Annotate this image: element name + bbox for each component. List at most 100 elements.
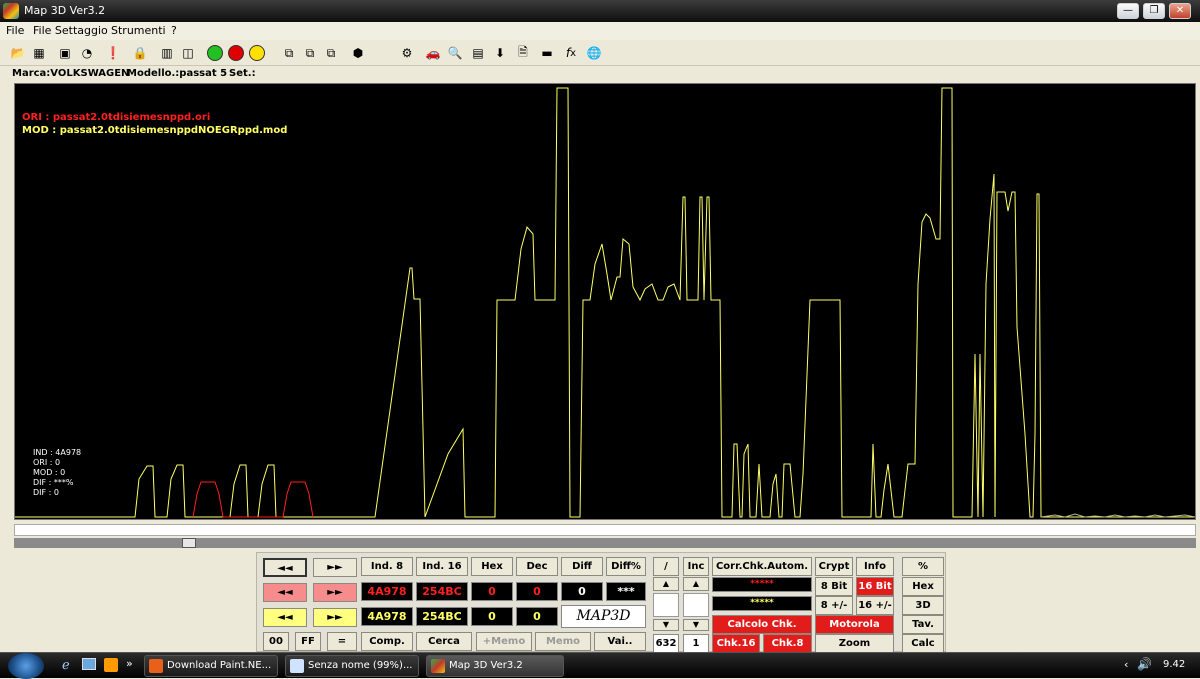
yellow-light-icon[interactable] <box>247 43 267 63</box>
copy-green-icon[interactable]: ⧉ <box>279 43 299 63</box>
calc-button[interactable]: Calc <box>902 634 944 653</box>
search-icon[interactable]: 🔍 <box>445 43 465 63</box>
inc-down-arrow-icon[interactable]: ▼ <box>683 619 709 631</box>
tav-button[interactable]: Tav. <box>902 615 944 634</box>
globe-icon[interactable]: 🌐 <box>584 43 604 63</box>
open-file-icon[interactable]: 📂 <box>8 43 28 63</box>
16bit-button[interactable]: 16 Bit <box>856 577 894 596</box>
equal-button[interactable]: = <box>327 632 357 651</box>
header-diff[interactable]: Diff <box>561 557 603 576</box>
vai-button[interactable]: Vai.. <box>594 632 646 651</box>
map-plot[interactable]: ORI : passat2.0tdisiemesnppd.ori MOD : p… <box>14 83 1196 520</box>
chip-icon[interactable]: ▦ <box>29 43 49 63</box>
calcolo-chk-button[interactable]: Calcolo Chk. <box>712 615 812 634</box>
stat-ind: IND : 4A978 <box>33 448 82 457</box>
divide-button[interactable]: / <box>653 557 679 576</box>
warning-icon[interactable]: ❗ <box>103 43 123 63</box>
tray-chevron-icon[interactable]: ‹ <box>1124 658 1128 671</box>
inc-field[interactable] <box>683 593 709 617</box>
8-plus-minus-button[interactable]: 8 +/- <box>815 596 853 615</box>
task-label: Map 3D Ver3.2 <box>449 660 523 671</box>
value-spinner-field[interactable] <box>653 593 679 617</box>
menu-file[interactable]: File <box>6 24 24 37</box>
mod-next-button[interactable]: ►► <box>313 608 357 627</box>
function-icon[interactable]: fx <box>561 43 581 63</box>
chk8-button[interactable]: Chk.8 <box>763 634 812 653</box>
horizontal-scrollbar[interactable] <box>14 538 1196 548</box>
battery-icon[interactable]: ▬ <box>537 43 557 63</box>
header-diff-percent[interactable]: Diff% <box>606 557 646 576</box>
paint-icon <box>290 659 304 673</box>
memory-icon[interactable]: ⬢ <box>348 43 368 63</box>
corr-chk-autom-button[interactable]: Corr.Chk.Autom. <box>712 557 812 576</box>
download-icon[interactable]: ⬇ <box>490 43 510 63</box>
green-light-icon[interactable] <box>205 43 225 63</box>
info-button[interactable]: Info <box>856 557 894 576</box>
menu-strumenti[interactable]: Strumenti <box>111 24 166 37</box>
set-00-button[interactable]: 00 <box>263 632 289 651</box>
crypt-button[interactable]: Crypt <box>815 557 853 576</box>
maximize-button[interactable]: ❐ <box>1143 3 1165 19</box>
gauge-icon[interactable]: ◔ <box>77 43 97 63</box>
ori-hex-value: 0 <box>471 582 513 601</box>
lock-icon[interactable]: 🔒 <box>130 43 150 63</box>
settings-icon[interactable]: ⚙ <box>397 43 417 63</box>
stat-mod: MOD : 0 <box>33 468 66 477</box>
book-icon[interactable]: ▤ <box>468 43 488 63</box>
comp-button[interactable]: Comp. <box>361 632 413 651</box>
ie-icon[interactable]: ℯ <box>62 658 70 673</box>
menu-file-settaggio[interactable]: File Settaggio <box>33 24 108 37</box>
header-ind16[interactable]: Ind. 16 <box>416 557 468 576</box>
copy-yellow-icon[interactable]: ⧉ <box>321 43 341 63</box>
nav-next-button[interactable]: ►► <box>313 558 357 577</box>
ori-dec-value: 0 <box>516 582 558 601</box>
scrollbar-thumb[interactable] <box>182 538 196 548</box>
close-button[interactable]: ✕ <box>1169 3 1191 19</box>
nav-prev-button[interactable]: ◄◄ <box>263 558 307 577</box>
task-download-paint[interactable]: Download Paint.NE... <box>144 655 278 677</box>
header-dec[interactable]: Dec <box>516 557 558 576</box>
set-ff-button[interactable]: FF <box>295 632 321 651</box>
volume-icon[interactable]: 🔊 <box>1137 657 1152 671</box>
add-memo-button[interactable]: +Memo <box>476 632 532 651</box>
minimize-button[interactable]: — <box>1117 3 1139 19</box>
clock[interactable]: 9.42 <box>1163 659 1185 670</box>
8bit-button[interactable]: 8 Bit <box>815 577 853 596</box>
chk16-button[interactable]: Chk.16 <box>712 634 760 653</box>
media-player-icon[interactable] <box>104 658 118 672</box>
task-map3d[interactable]: Map 3D Ver3.2 <box>426 655 564 677</box>
car-icon[interactable]: 🚗 <box>423 43 443 63</box>
ori-prev-button[interactable]: ◄◄ <box>263 583 307 602</box>
inc-up-arrow-icon[interactable]: ▲ <box>683 577 709 591</box>
motorola-button[interactable]: Motorola <box>815 615 894 634</box>
hex-button[interactable]: Hex <box>902 577 944 596</box>
ori-next-button[interactable]: ►► <box>313 583 357 602</box>
memo-button[interactable]: Memo <box>535 632 591 651</box>
header-hex[interactable]: Hex <box>471 557 513 576</box>
16-plus-minus-button[interactable]: 16 +/- <box>856 596 894 615</box>
start-button[interactable] <box>8 653 44 679</box>
chart-icon[interactable]: ◫ <box>178 43 198 63</box>
cerca-button[interactable]: Cerca <box>416 632 472 651</box>
menu-bar: File File Settaggio Strumenti ? <box>0 22 1200 40</box>
3d-button[interactable]: 3D <box>902 596 944 615</box>
zoom-control[interactable]: Zoom <box>815 634 894 653</box>
copy-red-icon[interactable]: ⧉ <box>300 43 320 63</box>
header-ind8[interactable]: Ind. 8 <box>361 557 413 576</box>
table-icon[interactable]: ▥ <box>157 43 177 63</box>
inc-button[interactable]: Inc <box>683 557 709 576</box>
show-desktop-icon[interactable] <box>82 658 96 670</box>
down-arrow-icon[interactable]: ▼ <box>653 619 679 631</box>
quicklaunch-chevron-icon[interactable]: » <box>126 657 133 670</box>
document-icon[interactable]: 🗎 <box>513 43 533 63</box>
task-senza-nome[interactable]: Senza nome (99%)... <box>285 655 419 677</box>
progress-track[interactable] <box>14 524 1196 536</box>
mod-ind16-value: 254BC <box>416 607 468 626</box>
red-light-icon[interactable] <box>226 43 246 63</box>
save-icon[interactable]: ▣ <box>55 43 75 63</box>
up-arrow-icon[interactable]: ▲ <box>653 577 679 591</box>
value-632: 632 <box>653 634 679 653</box>
menu-help[interactable]: ? <box>171 24 177 37</box>
mod-prev-button[interactable]: ◄◄ <box>263 608 307 627</box>
percent-button[interactable]: % <box>902 557 944 576</box>
